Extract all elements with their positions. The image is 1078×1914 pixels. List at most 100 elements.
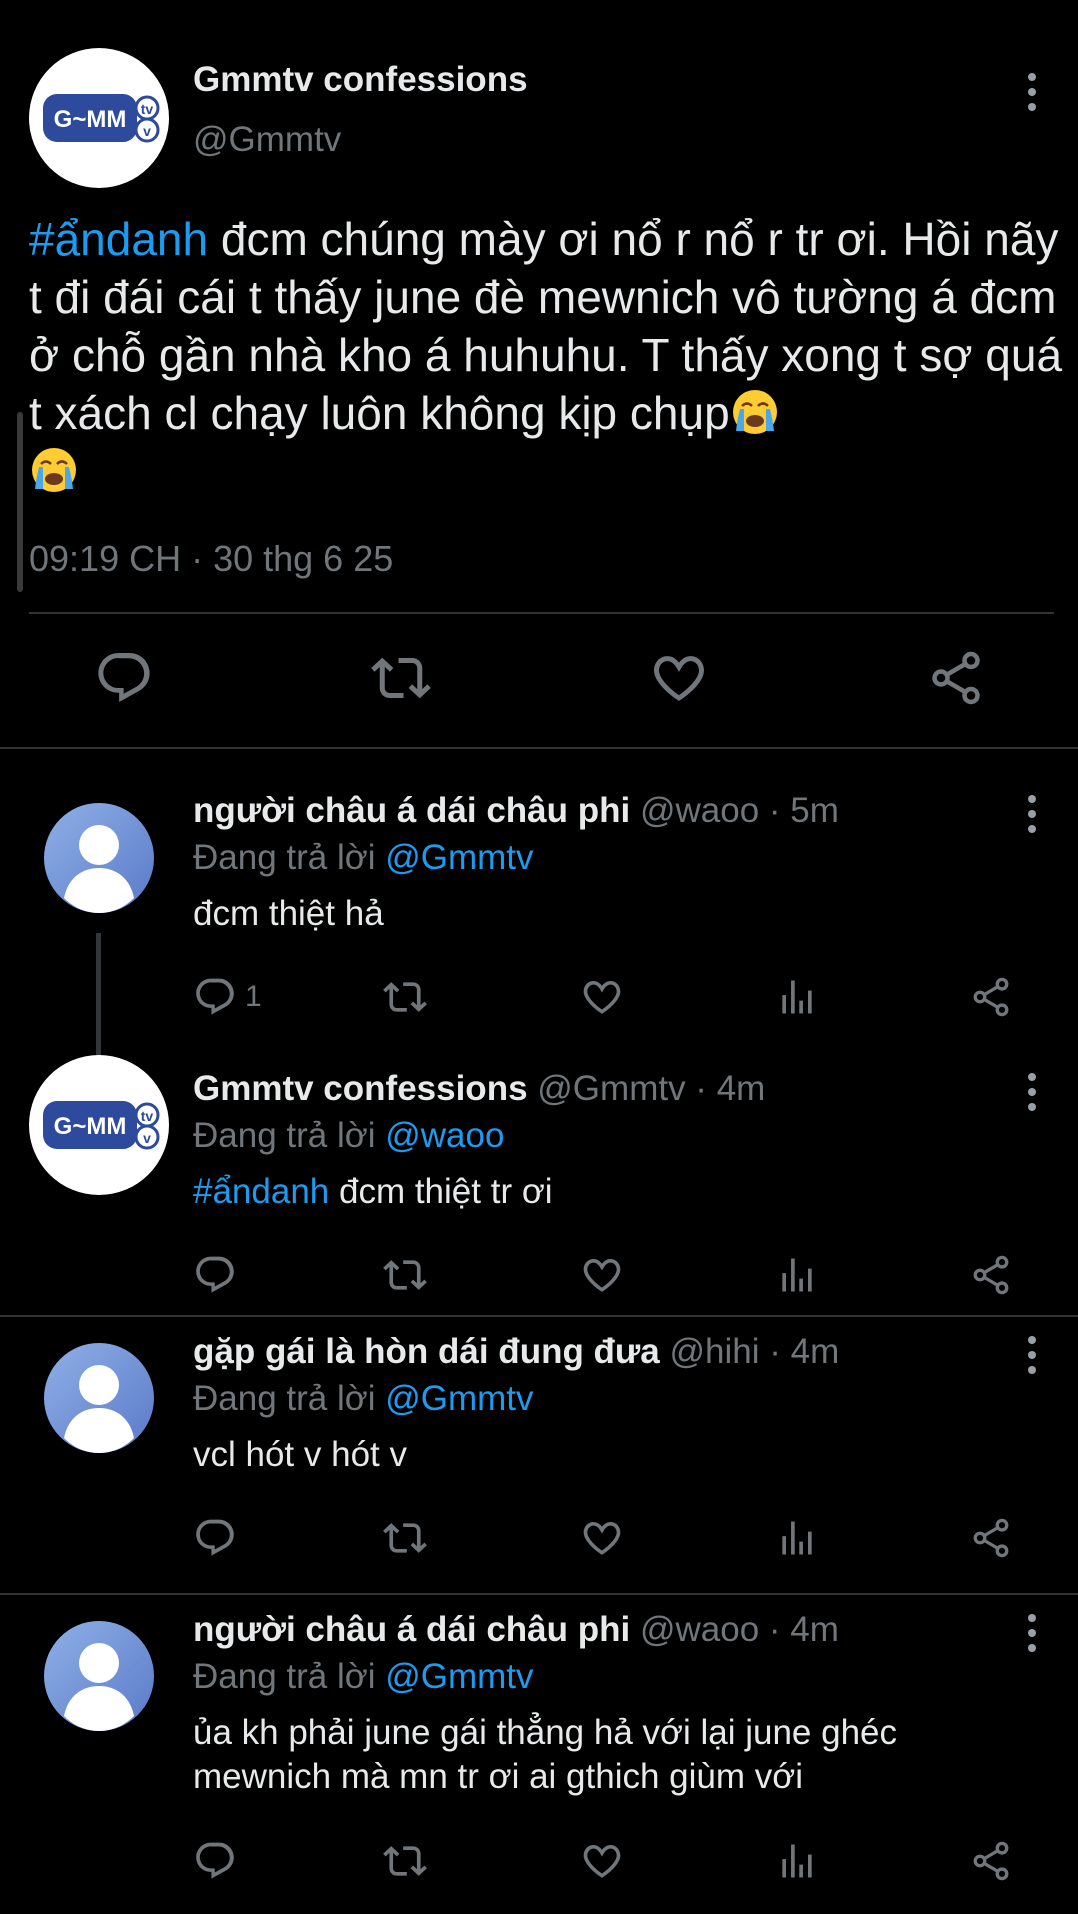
logo-badge: tv [141,1108,154,1124]
more-options-icon[interactable] [1026,1613,1038,1653]
reply-actions [193,1253,1038,1303]
crying-emoji-icon [29,445,79,495]
replies-list: người châu á dái châu phi @waoo · 5m Đan… [0,749,1078,1914]
reply-author-name[interactable]: người châu á dái châu phi [193,791,630,830]
dot-separator: · [759,791,791,830]
logo-badge: tv [141,101,154,117]
views-button[interactable] [775,1253,819,1297]
tweet-actions [0,648,1078,718]
share-button[interactable] [969,1516,1013,1560]
reply-time[interactable]: 4m [791,1332,840,1371]
replying-to-link[interactable]: @Gmmtv [385,1657,533,1696]
reply-button[interactable] [193,1516,237,1560]
reply-author-handle[interactable]: @waoo [640,791,759,830]
replying-label: Đang trả lời [193,838,376,877]
reply-author-handle[interactable]: @Gmmtv [537,1069,685,1108]
reply-item[interactable]: G~MM tv v Gmmtv confessions @Gmmtv · 4m … [0,1039,1078,1317]
reply-text: #ẩndanh đcm thiệt tr ơi [193,1170,1033,1214]
divider [29,612,1054,614]
reply-icon [193,1839,237,1883]
reply-text: vcl hót v hót v [193,1435,407,1474]
retweet-icon[interactable] [371,648,431,708]
gmmtv-avatar[interactable]: G~MM tv v [29,1055,169,1195]
replying-to: Đang trả lời @Gmmtv [193,1379,534,1419]
replying-to-link[interactable]: @waoo [385,1116,504,1155]
views-icon [775,1253,819,1297]
views-button[interactable] [775,975,819,1019]
share-icon[interactable] [926,648,986,708]
reply-time[interactable]: 4m [717,1069,766,1108]
reply-author-name[interactable]: gặp gái là hòn dái đung đưa [193,1332,660,1371]
gmmtv-avatar[interactable]: G~MM tv v [29,48,169,188]
replying-to-link[interactable]: @Gmmtv [385,1379,533,1418]
reply-author-handle[interactable]: @waoo [640,1610,759,1649]
like-button[interactable] [580,975,624,1019]
reply-button[interactable] [193,1839,237,1883]
tweet-text: #ẩndanh đcm chúng mày ơi nổ r nổ r tr ơi… [29,210,1069,500]
reply-author-name[interactable]: người châu á dái châu phi [193,1610,630,1649]
share-icon [969,975,1013,1019]
reply-text: ủa kh phải june gái thẳng hả với lại jun… [193,1713,898,1796]
reply-button[interactable] [193,1253,237,1297]
views-button[interactable] [775,1516,819,1560]
share-icon [969,1253,1013,1297]
avatar[interactable] [44,1343,154,1453]
more-options-icon[interactable] [1026,1335,1038,1375]
retweet-button[interactable] [383,1516,427,1560]
views-button[interactable] [775,1839,819,1883]
author-handle[interactable]: @Gmmtv [193,120,341,160]
like-icon[interactable] [649,648,709,708]
like-button[interactable] [580,1253,624,1297]
replying-to: Đang trả lời @Gmmtv [193,838,534,878]
replying-label: Đang trả lời [193,1116,376,1155]
reply-icon[interactable] [94,648,154,708]
more-options-icon[interactable] [1026,794,1038,834]
like-icon [580,975,624,1019]
more-options-icon[interactable] [1026,72,1038,112]
like-icon [580,1516,624,1560]
retweet-button[interactable] [383,975,427,1019]
reply-header: người châu á dái châu phi @waoo · 5m [193,791,839,831]
reply-text: đcm thiệt hả [193,894,384,933]
like-button[interactable] [580,1839,624,1883]
reply-author-name[interactable]: Gmmtv confessions [193,1069,528,1108]
share-button[interactable] [969,1253,1013,1297]
share-icon [969,1516,1013,1560]
tweet-timestamp[interactable]: 09:19 CH · 30 thg 6 25 [29,538,393,580]
retweet-button[interactable] [383,1253,427,1297]
reply-icon [193,1516,237,1560]
retweet-icon [383,975,427,1019]
like-button[interactable] [580,1516,624,1560]
more-options-icon[interactable] [1026,1072,1038,1112]
hashtag-link[interactable]: #ẩndanh [29,213,208,265]
reply-count: 1 [245,980,262,1013]
svg-text:v: v [143,123,151,139]
reply-header: người châu á dái châu phi @waoo · 4m [193,1610,839,1650]
views-icon [775,1839,819,1883]
share-button[interactable] [969,975,1013,1019]
views-icon [775,975,819,1019]
reply-body: đcm thiệt tr ơi [329,1172,553,1211]
replying-to-link[interactable]: @Gmmtv [385,838,533,877]
like-icon [580,1253,624,1297]
reply-button[interactable]: 1 [193,975,262,1019]
share-icon [969,1839,1013,1883]
reply-item[interactable]: người châu á dái châu phi @waoo · 5m Đan… [0,749,1078,1039]
replying-label: Đang trả lời [193,1657,376,1696]
reply-time[interactable]: 5m [790,791,839,830]
reply-author-handle[interactable]: @hihi [669,1332,759,1371]
retweet-icon [383,1839,427,1883]
avatar[interactable] [44,1621,154,1731]
reply-item[interactable]: gặp gái là hòn dái đung đưa @hihi · 4m Đ… [0,1317,1078,1595]
reply-time[interactable]: 4m [790,1610,839,1649]
replying-to: Đang trả lời @Gmmtv [193,1657,534,1697]
hashtag-link[interactable]: #ẩndanh [193,1172,329,1211]
share-button[interactable] [969,1839,1013,1883]
main-tweet: G~MM tv v Gmmtv confessions @Gmmtv #ẩnda… [0,0,1078,749]
replying-label: Đang trả lời [193,1379,376,1418]
avatar[interactable] [44,803,154,913]
retweet-button[interactable] [383,1839,427,1883]
reply-item[interactable]: người châu á dái châu phi @waoo · 4m Đan… [0,1595,1078,1914]
reply-actions [193,1516,1038,1566]
author-name[interactable]: Gmmtv confessions [193,60,528,100]
